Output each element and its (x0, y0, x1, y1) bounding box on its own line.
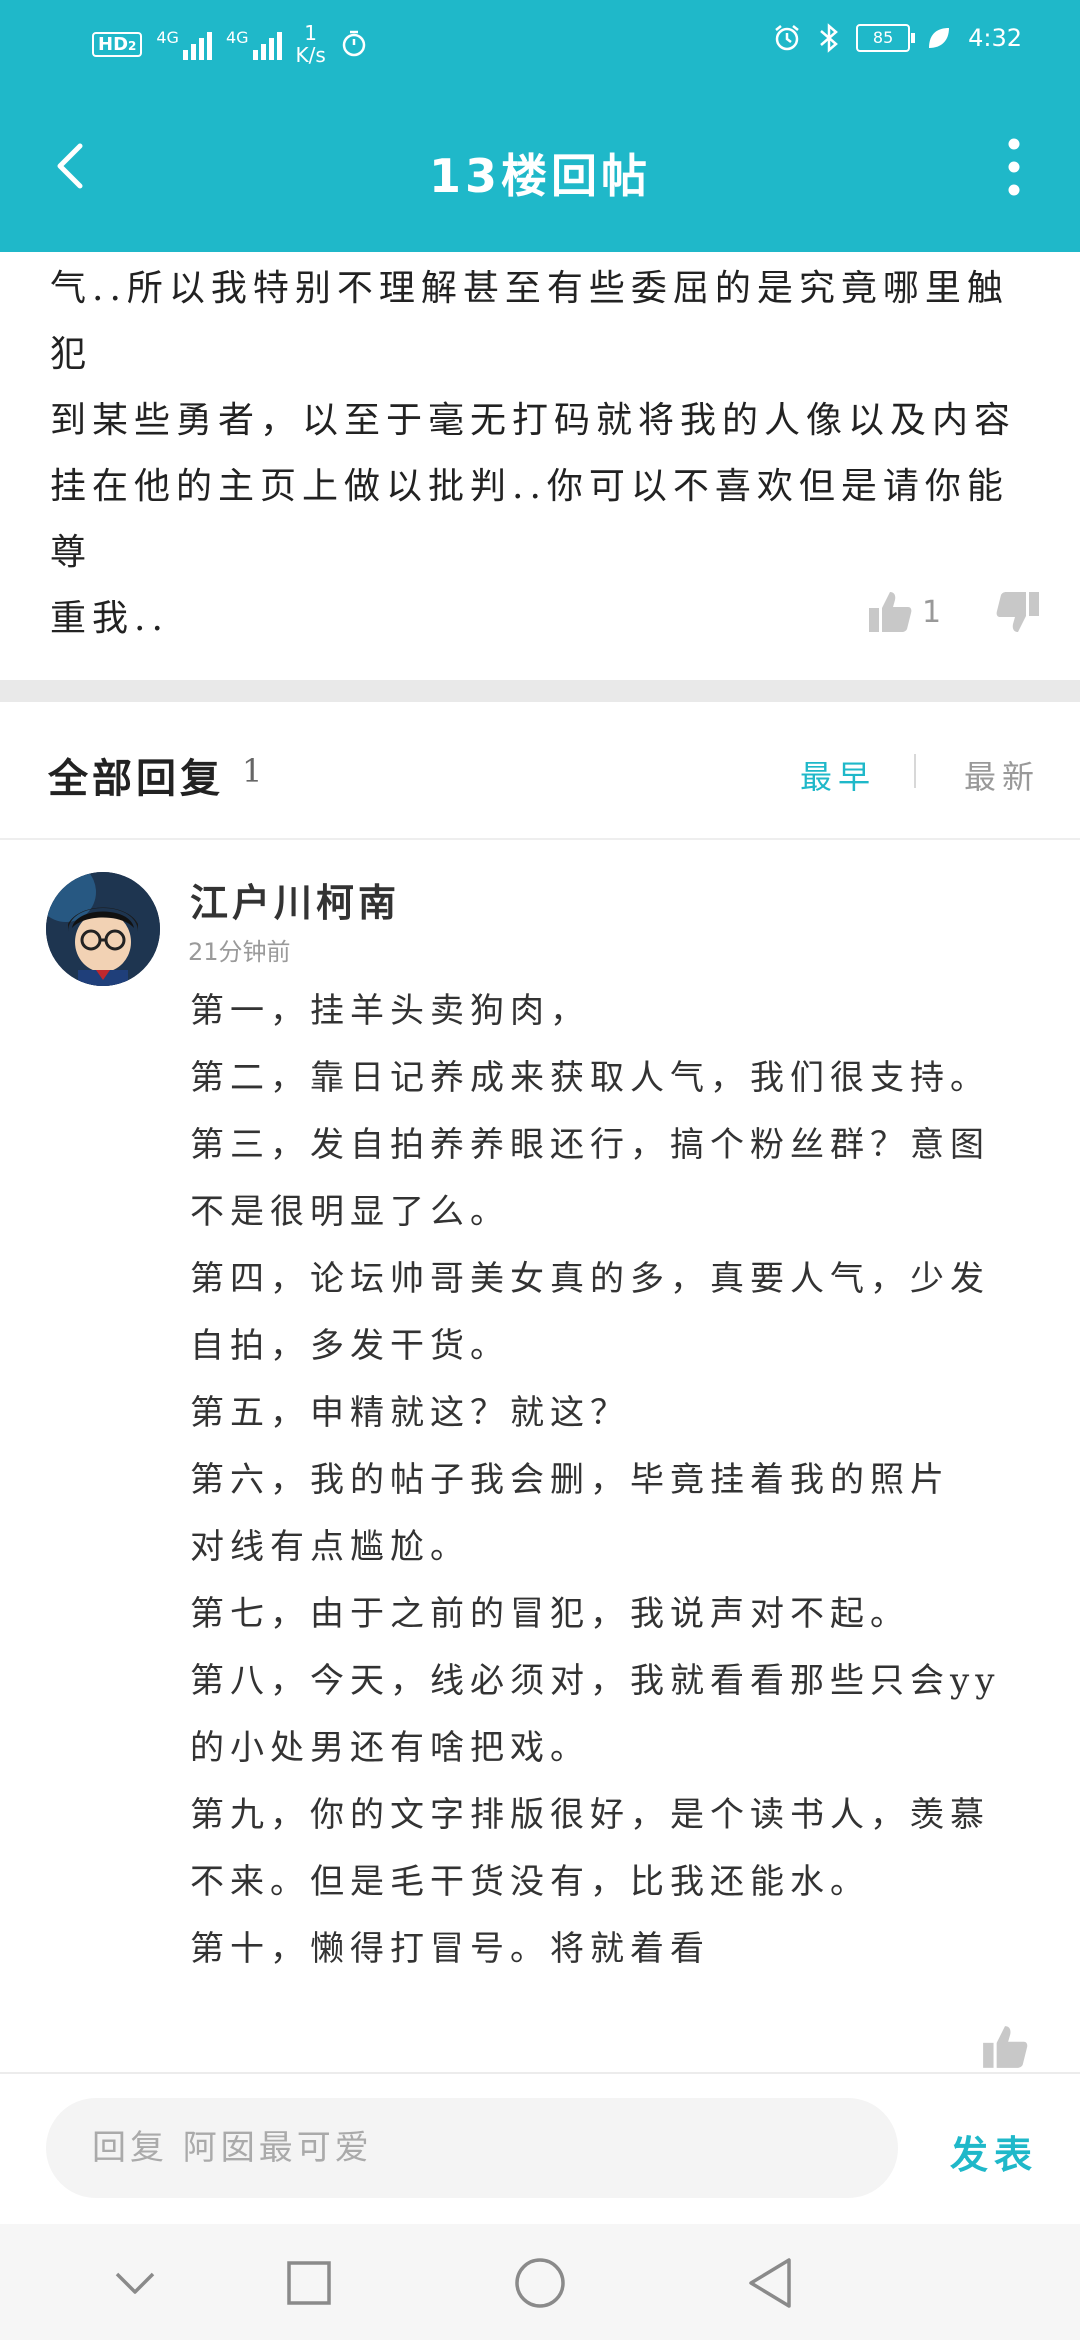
reply-line: 第四，论坛帅哥美女真的多，真要人气，少发 (190, 1259, 990, 1299)
top-bar: HD2 4G 4G 1 K/s 85 4:32 13楼回帖 (0, 0, 1080, 252)
avatar-image (46, 872, 160, 986)
nav-hide-button[interactable] (100, 2248, 170, 2318)
thumb-up-icon (983, 2026, 1028, 2068)
reply-line: 不是很明显了么。 (190, 1192, 510, 1232)
post-line: 挂在他的主页上做以批判..你可以不喜欢但是请你能尊 (50, 466, 1009, 573)
nav-back-triangle-icon (749, 2258, 791, 2308)
section-divider (0, 680, 1080, 702)
reply-line: 对线有点尴尬。 (190, 1527, 470, 1567)
nav-circle-icon (515, 2258, 565, 2308)
more-vert-icon (1008, 138, 1020, 196)
reply-line: 自拍，多发干货。 (190, 1326, 510, 1366)
sort-earliest-tab[interactable]: 最早 (800, 752, 876, 798)
thumb-down-icon (996, 592, 1039, 632)
reply-input-bar: 发表 (0, 2072, 1080, 2226)
like-button[interactable]: 1 (866, 588, 941, 636)
reply-input[interactable] (46, 2098, 898, 2198)
sort-separator (914, 754, 916, 788)
nav-square-icon (287, 2261, 331, 2305)
sim2-type: 4G (225, 28, 249, 47)
battery-icon: 85 (856, 24, 916, 52)
nav-home-button[interactable] (505, 2248, 575, 2318)
speed-value: 1 (304, 21, 318, 45)
reply-line: 第十，懒得打冒号。将就着看 (190, 1929, 710, 1969)
leaf-icon (929, 28, 950, 48)
reply-line: 第九，你的文字排版很好，是个读书人，羡慕 (190, 1795, 990, 1835)
reply-line: 第六，我的帖子我会删，毕竟挂着我的照片 (190, 1460, 950, 1500)
sort-newest-tab[interactable]: 最新 (964, 752, 1040, 798)
thumb-up-icon (869, 592, 912, 632)
reply-line: 第一，挂羊头卖狗肉， (190, 991, 590, 1031)
sim1-signal-icon: 4G (156, 28, 212, 60)
post-line: 到某些勇者，以至于毫无打码就将我的人像以及内容 (50, 400, 1017, 441)
page-title: 13楼回帖 (428, 149, 651, 203)
reply-line: 不来。但是毛干货没有，比我还能水。 (190, 1862, 870, 1902)
system-nav-bar (0, 2224, 1080, 2340)
bluetooth-icon (820, 23, 839, 53)
reply-line: 第七，由于之前的冒犯，我说声对不起。 (190, 1594, 910, 1634)
replies-title: 全部回复 (48, 755, 224, 802)
timer-icon (342, 30, 366, 57)
nav-recent-button[interactable] (274, 2248, 344, 2318)
network-speed: 1 K/s (296, 22, 326, 66)
header: 13楼回帖 (0, 96, 1080, 242)
more-options-button[interactable] (984, 134, 1044, 200)
reply-author[interactable]: 江户川柯南 (190, 872, 400, 927)
avatar[interactable] (46, 872, 160, 986)
status-right: 85 4:32 (772, 22, 1022, 54)
publish-button[interactable]: 发表 (950, 2124, 1038, 2179)
reply-line: 第八，今天，线必须对，我就看看那些只会yy (190, 1661, 1001, 1701)
sim2-signal-icon: 4G (226, 28, 282, 60)
post-line: 气..所以我特别不理解甚至有些委屈的是究竟哪里触犯 (50, 268, 1009, 375)
reply-line: 第二，靠日记养成来获取人气，我们很支持。 (190, 1058, 990, 1098)
battery-level: 85 (872, 28, 894, 47)
hd-sub: 2 (128, 38, 137, 53)
sim1-type: 4G (156, 28, 179, 47)
clock: 4:32 (968, 24, 1022, 52)
like-count: 1 (922, 594, 942, 630)
reply-line: 第三，发自拍养养眼还行，搞个粉丝群？意图 (190, 1125, 990, 1165)
reply-body: 第一，挂羊头卖狗肉， 第二，靠日记养成来获取人气，我们很支持。 第三，发自拍养养… (190, 978, 1040, 1983)
replies-count: 1 (242, 752, 263, 790)
hd-label: HD (98, 33, 129, 55)
reply-line: 第五，申精就这？就这？ (190, 1393, 630, 1433)
reply-time: 21分钟前 (188, 938, 291, 966)
replies-header: 全部回复 1 最早 最新 (0, 702, 1080, 840)
nav-down-icon (115, 2272, 155, 2294)
reply-line: 的小处男还有啥把戏。 (190, 1728, 590, 1768)
dislike-button[interactable] (994, 588, 1042, 636)
status-left: HD2 4G 4G 1 K/s (92, 22, 368, 66)
nav-back-button[interactable] (735, 2248, 805, 2318)
reply-like-button[interactable] (980, 2022, 1030, 2076)
hd-badge: HD2 (92, 31, 143, 57)
speed-unit: K/s (295, 43, 326, 67)
status-bar: HD2 4G 4G 1 K/s 85 4:32 (0, 0, 1080, 86)
alarm-icon (775, 25, 799, 51)
